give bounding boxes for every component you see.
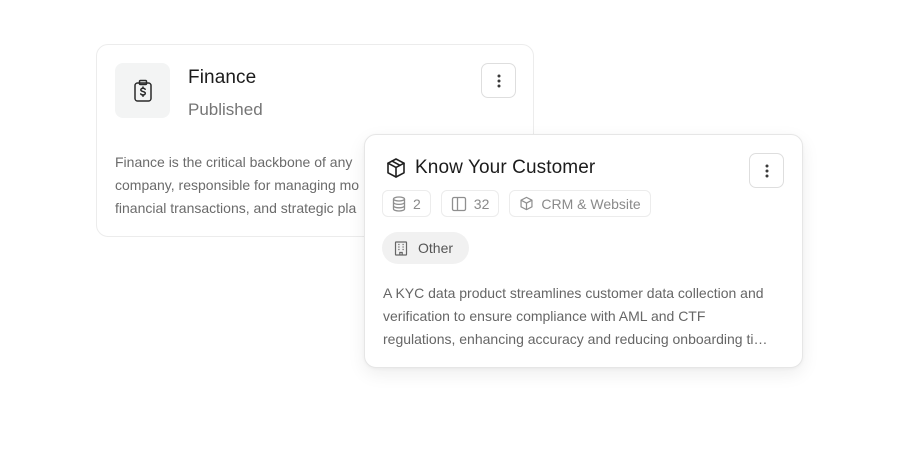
kebab-vertical-icon (765, 164, 769, 178)
finance-icon-box (115, 63, 170, 118)
building-icon (394, 240, 408, 256)
finance-status: Published (188, 100, 263, 119)
clipboard-dollar-icon (132, 79, 154, 103)
canvas: Finance Published Finance is the critica… (0, 0, 900, 450)
chip-columns: 32 (440, 190, 500, 217)
database-icon (392, 195, 406, 212)
finance-more-button[interactable] (481, 63, 516, 98)
columns-icon (451, 196, 467, 212)
kyc-more-button[interactable] (749, 153, 784, 188)
chip-source-label: CRM & Website (541, 195, 641, 212)
kyc-title: Know Your Customer (415, 157, 596, 178)
kyc-description-line: verification to ensure compliance with A… (383, 308, 706, 324)
chip-columns-label: 32 (473, 195, 490, 212)
chip-source: CRM & Website (509, 190, 651, 217)
cube-icon (385, 157, 407, 179)
kyc-description-line: regulations, enhancing accuracy and redu… (383, 331, 768, 347)
cube-icon (519, 196, 534, 211)
kyc-meta-chips: 2 32 CRM & Website (382, 190, 651, 217)
domain-tag-label: Other (418, 240, 454, 256)
kyc-header: Know Your Customer (385, 157, 595, 179)
chip-datasets: 2 (382, 190, 431, 217)
kyc-description: A KYC data product streamlines customer … (383, 282, 787, 351)
kebab-vertical-icon (497, 74, 501, 88)
domain-tag[interactable]: Other (382, 232, 470, 264)
kyc-description-line: A KYC data product streamlines customer … (383, 285, 764, 301)
finance-title: Finance (188, 67, 257, 88)
chip-datasets-label: 2 (413, 195, 421, 212)
kyc-card[interactable]: Know Your Customer 2 32 CRM & Website Ot… (364, 134, 803, 368)
